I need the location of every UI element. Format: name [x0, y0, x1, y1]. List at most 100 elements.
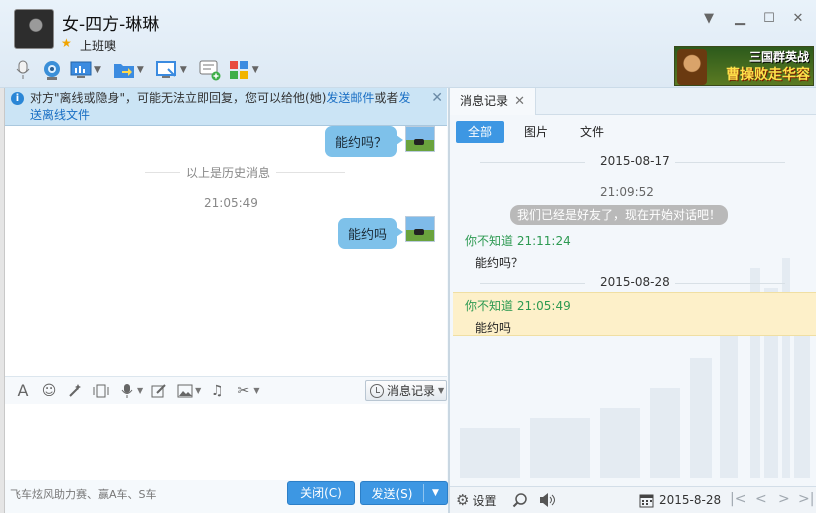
- filter-all[interactable]: 全部: [456, 121, 505, 143]
- maximize-icon[interactable]: ☐: [760, 10, 778, 28]
- message-bubble[interactable]: 能约吗？: [325, 126, 404, 157]
- minimize-icon[interactable]: ▁: [731, 10, 749, 28]
- history-footer: ⚙ 设置 2015-8-28 |< < > >|: [450, 486, 816, 513]
- chevron-down-icon[interactable]: ▼: [94, 65, 101, 75]
- last-page-icon[interactable]: >|: [798, 491, 814, 507]
- contact-name[interactable]: 女-四方-琳琳: [62, 10, 159, 35]
- dropdown-arrow-icon[interactable]: ▼: [700, 10, 718, 28]
- settings-label: 设置: [472, 493, 497, 508]
- emoji-icon[interactable]: ☺: [39, 381, 59, 401]
- contact-avatar[interactable]: [14, 9, 54, 49]
- sender-name[interactable]: 你不知道: [465, 234, 513, 248]
- filter-images[interactable]: 图片: [512, 121, 560, 143]
- date-rule: [675, 162, 785, 163]
- background-skyline-image: [460, 258, 810, 478]
- sender-time: 21:11:24: [516, 234, 571, 248]
- shake-window-icon[interactable]: [91, 381, 111, 401]
- close-icon[interactable]: ✕: [789, 10, 807, 28]
- date-separator: 2015-08-28: [450, 275, 816, 291]
- filter-files[interactable]: 文件: [568, 121, 616, 143]
- chat-toolbar: ▼ ▼ ▼ ▼: [10, 57, 269, 83]
- user-avatar[interactable]: [405, 216, 435, 242]
- message-timestamp: 21:09:52: [600, 185, 654, 199]
- message-bubble[interactable]: 能约吗: [338, 218, 404, 249]
- notice-text: 对方"离线或隐身"，可能无法立即回复，您可以给他(她)发送邮件或者发送离线文件: [30, 90, 422, 124]
- system-message: 我们已经是好友了，现在开始对话吧！: [510, 205, 728, 225]
- microphone-icon[interactable]: [10, 58, 36, 82]
- promo-link[interactable]: 飞车炫风助力赛、赢A车、S车: [10, 486, 157, 502]
- current-date: 2015-8-28: [659, 493, 722, 507]
- close-icon[interactable]: ✕: [514, 88, 525, 115]
- screen-share-icon[interactable]: [154, 58, 180, 82]
- chevron-down-icon: ▼: [438, 386, 445, 395]
- message-timestamp: 21:05:49: [204, 196, 258, 210]
- game-ad-banner[interactable]: 三国群英战 曹操败走华容: [674, 46, 814, 86]
- close-button[interactable]: 关闭(C): [287, 481, 355, 505]
- date-rule: [480, 283, 585, 284]
- search-icon[interactable]: [512, 491, 528, 509]
- input-toolbar: A ☺ ▼ ▼ ♫ ✂ ▼ 消息记录 ▼: [5, 376, 447, 404]
- magic-wand-icon[interactable]: [65, 381, 85, 401]
- ad-top-text: 三国群英战: [748, 50, 809, 64]
- history-sender: 你不知道 21:05:49: [465, 297, 571, 314]
- tab-label: 消息记录: [460, 94, 509, 108]
- previous-page-icon[interactable]: <: [755, 491, 767, 507]
- status-signature: 上班噢: [80, 39, 117, 53]
- voice-message-icon[interactable]: [117, 381, 137, 401]
- gear-icon: ⚙: [456, 491, 470, 509]
- chevron-down-icon[interactable]: ▼: [137, 65, 144, 75]
- date-rule: [480, 162, 585, 163]
- clock-icon: [370, 383, 384, 398]
- message-history-label: 消息记录: [387, 384, 436, 398]
- chevron-down-icon[interactable]: ▼: [424, 488, 447, 498]
- tab-message-history[interactable]: 消息记录 ✕: [450, 88, 536, 115]
- edit-icon[interactable]: [149, 381, 169, 401]
- file-transfer-icon[interactable]: [111, 58, 137, 82]
- notice-text-part: 对方"离线或隐身"，可能无法立即回复，您可以给他(她): [30, 91, 327, 105]
- history-divider: 以上是历史消息: [180, 164, 277, 181]
- remote-assist-icon[interactable]: [68, 58, 94, 82]
- history-panel: 消息记录 ✕ 全部 图片 文件 2015-08-17 21:09:52 我们已经…: [450, 88, 816, 513]
- chevron-down-icon[interactable]: ▼: [195, 386, 201, 395]
- sender-name[interactable]: 你不知道: [465, 299, 513, 313]
- ad-character-image: [677, 49, 707, 85]
- first-page-icon[interactable]: |<: [730, 491, 746, 507]
- star-icon: ★: [61, 36, 72, 50]
- close-icon[interactable]: ✕: [431, 90, 443, 106]
- apps-icon[interactable]: [226, 58, 252, 82]
- info-icon: i: [11, 92, 24, 105]
- chevron-down-icon[interactable]: ▼: [253, 386, 259, 395]
- user-avatar[interactable]: [405, 126, 435, 152]
- date-separator: 2015-08-17: [450, 154, 816, 170]
- font-icon[interactable]: A: [13, 381, 33, 401]
- music-icon[interactable]: ♫: [207, 381, 227, 401]
- send-button[interactable]: 发送(S) ▼: [360, 481, 448, 505]
- chat-header: 女-四方-琳琳 ★ 上班噢 ▼ ▁ ☐ ✕ ▼ ▼ ▼ ▼ 三国群英战 曹操败走…: [0, 0, 816, 88]
- message-input[interactable]: [5, 404, 447, 480]
- message-history-button[interactable]: 消息记录 ▼: [365, 380, 447, 401]
- history-message[interactable]: 能约吗？: [475, 254, 523, 271]
- notice-text-part: 或者: [374, 91, 399, 105]
- new-chat-icon[interactable]: [197, 58, 223, 82]
- chat-message-area[interactable]: 能约吗？ 以上是历史消息 21:05:49 能约吗: [5, 126, 447, 376]
- chevron-down-icon[interactable]: ▼: [137, 386, 143, 395]
- chevron-down-icon[interactable]: ▼: [252, 65, 259, 75]
- next-page-icon[interactable]: >: [778, 491, 790, 507]
- settings-button[interactable]: ⚙ 设置: [456, 491, 496, 509]
- sender-time: 21:05:49: [516, 299, 571, 313]
- speaker-icon[interactable]: [538, 491, 556, 509]
- image-icon[interactable]: [175, 381, 195, 401]
- send-button-label: 发送(S): [371, 486, 413, 501]
- date-picker[interactable]: 2015-8-28: [639, 491, 721, 509]
- date-rule: [675, 283, 785, 284]
- send-email-link[interactable]: 发送邮件: [326, 91, 374, 105]
- date-label: 2015-08-28: [600, 275, 670, 289]
- history-tab-bar: 消息记录 ✕: [450, 88, 816, 115]
- video-call-icon[interactable]: [39, 58, 65, 82]
- history-message[interactable]: 能约吗: [475, 319, 511, 336]
- chevron-down-icon[interactable]: ▼: [180, 65, 187, 75]
- history-sender: 你不知道 21:11:24: [465, 232, 571, 249]
- offline-notice-bar: i 对方"离线或隐身"，可能无法立即回复，您可以给他(她)发送邮件或者发送离线文…: [5, 88, 447, 126]
- screenshot-scissors-icon[interactable]: ✂: [233, 381, 253, 401]
- date-label: 2015-08-17: [600, 154, 670, 168]
